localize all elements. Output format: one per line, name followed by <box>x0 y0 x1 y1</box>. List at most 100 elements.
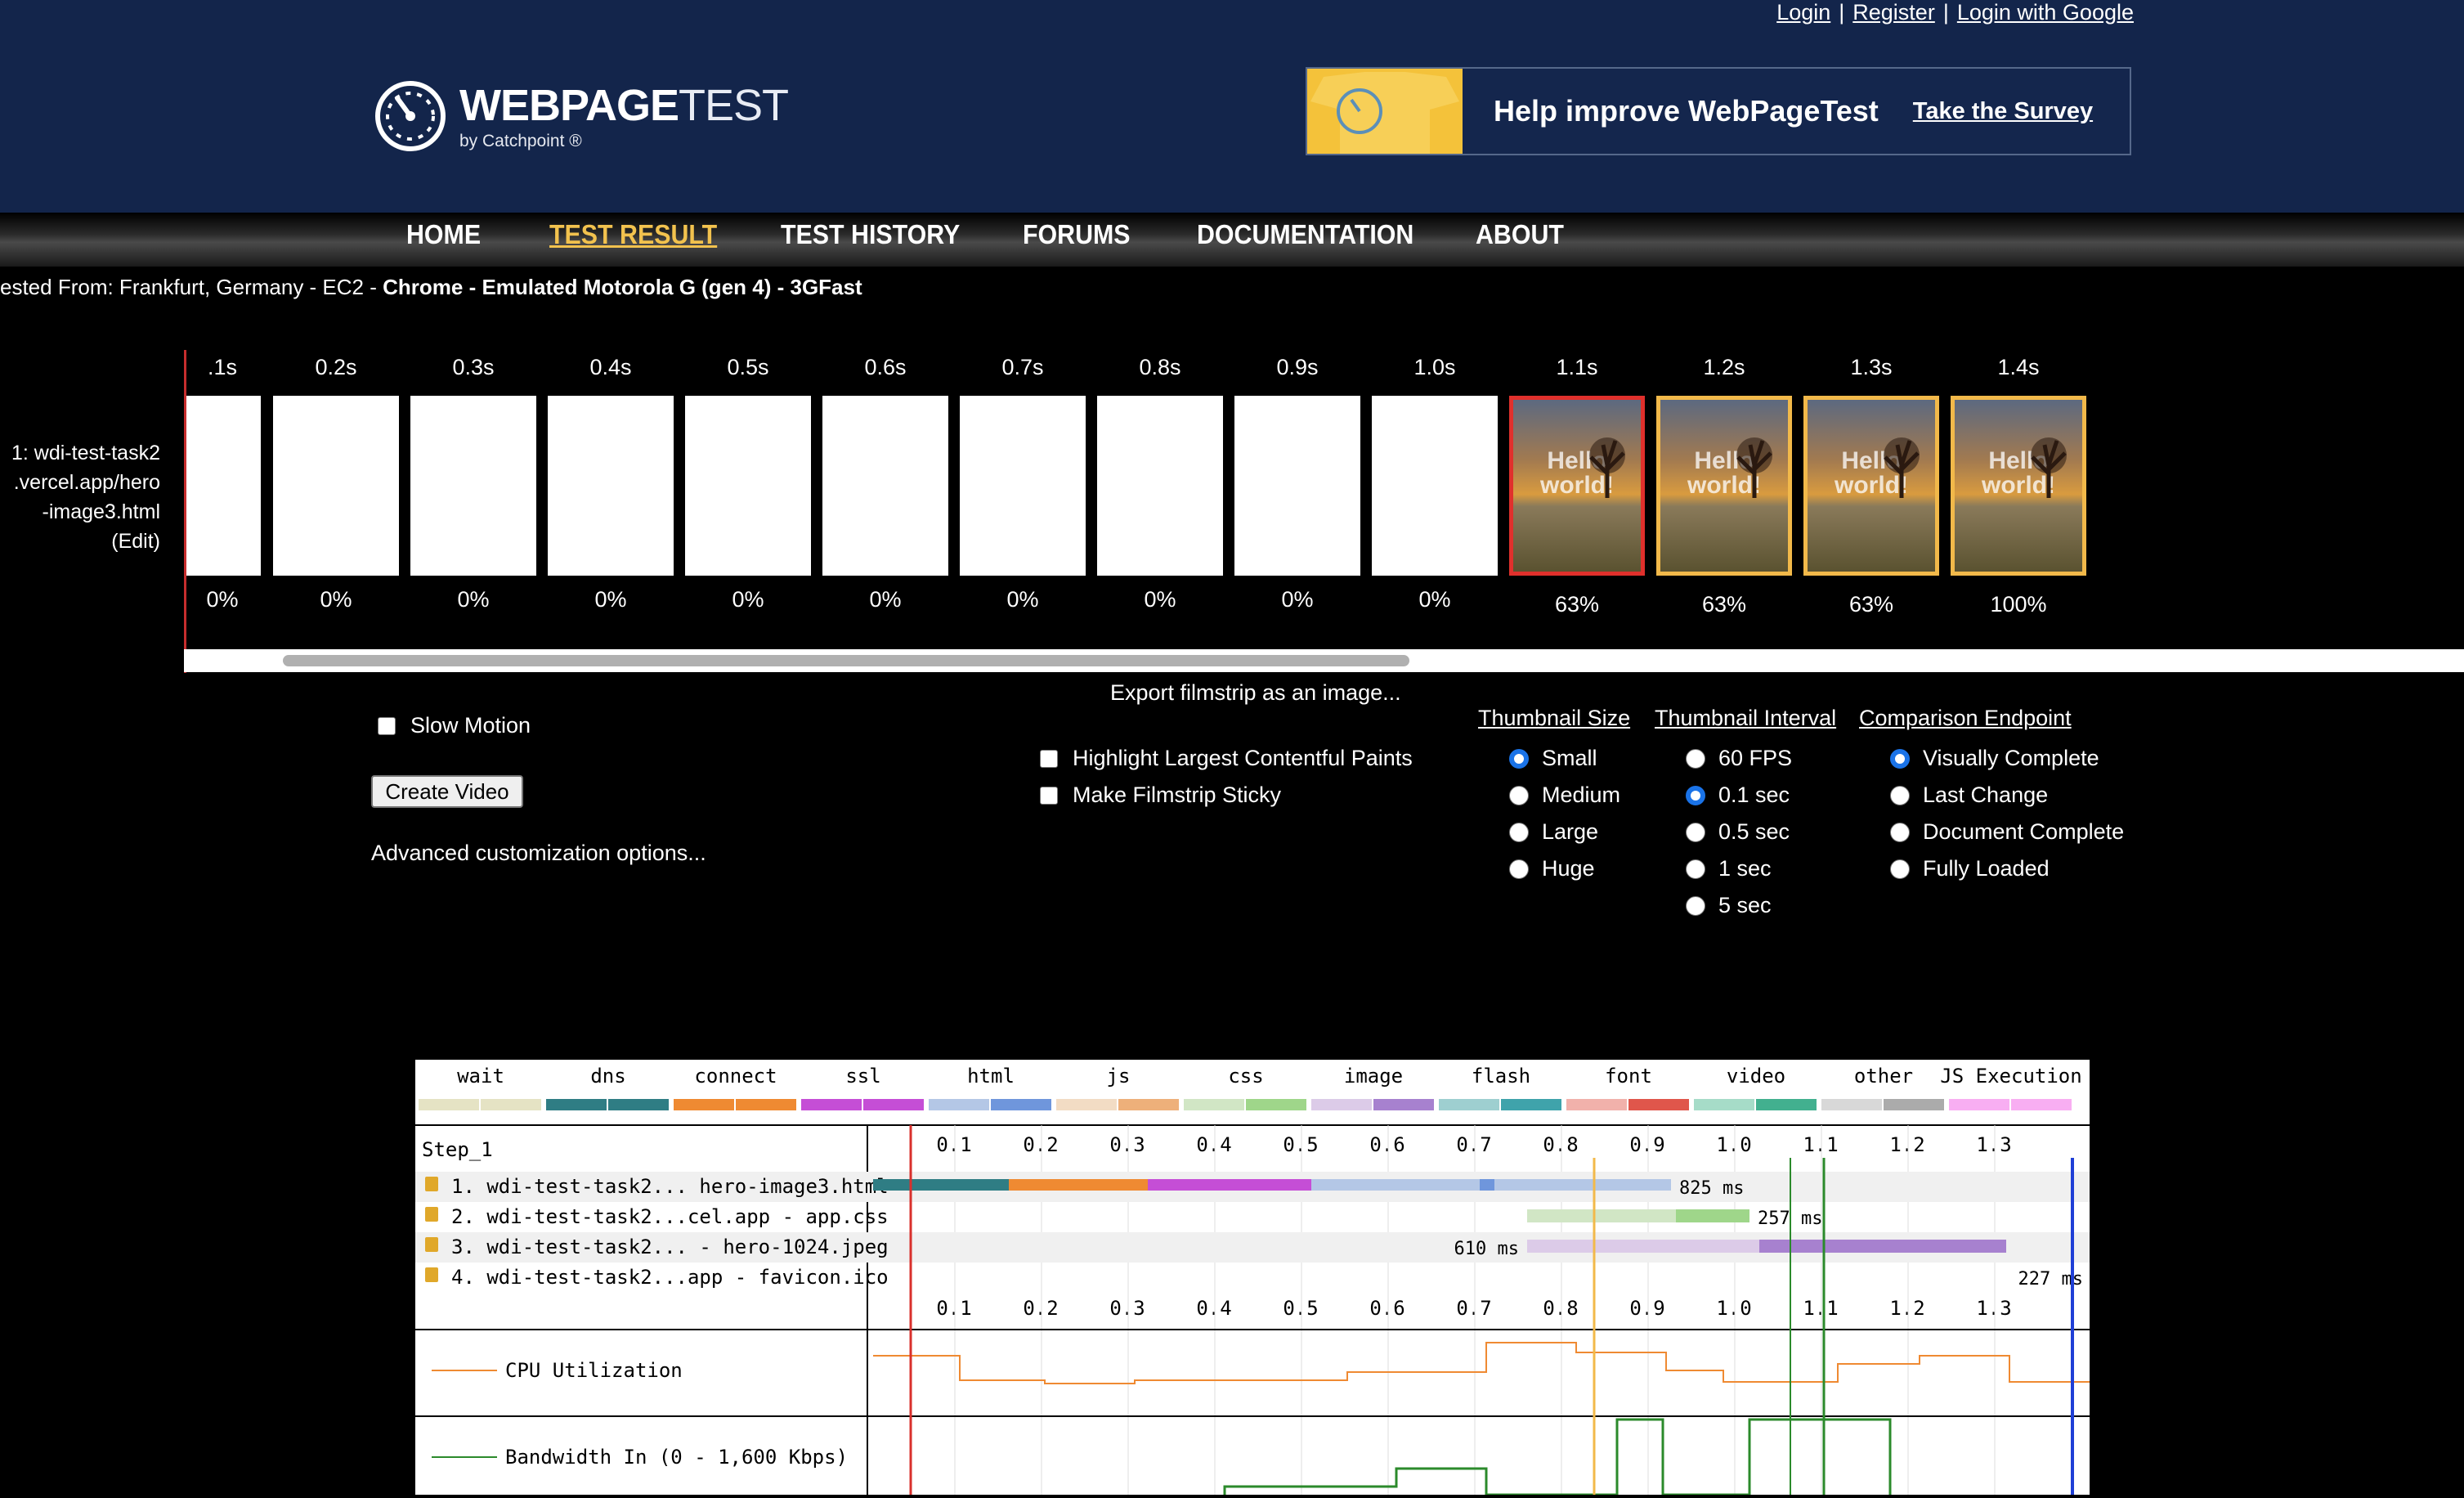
thumb-interval-option[interactable]: 5 sec <box>1686 893 1772 918</box>
legend-label: other <box>1854 1065 1913 1088</box>
thumb-interval-option[interactable]: 0.1 sec <box>1686 783 1790 808</box>
legend-label: video <box>1727 1065 1785 1088</box>
nav-forums[interactable]: FORUMS <box>1023 219 1131 250</box>
thumb-size-radio[interactable] <box>1509 748 1529 769</box>
endpoint-radio[interactable] <box>1890 822 1910 842</box>
thumb-size-option[interactable]: Large <box>1509 819 1598 845</box>
legend-swatch <box>1373 1099 1434 1110</box>
highlight-lcp-option[interactable]: Highlight Largest Contentful Paints <box>1040 746 1413 771</box>
filmstrip-frame[interactable]: Hello world! <box>1656 396 1792 576</box>
nav-documentation[interactable]: DOCUMENTATION <box>1197 219 1413 250</box>
slow-motion-checkbox[interactable] <box>378 716 396 735</box>
filmstrip-frame[interactable] <box>960 396 1086 576</box>
time-tick: 0.2 <box>1023 1297 1058 1320</box>
filmstrip-frame[interactable] <box>1372 396 1498 576</box>
thumb-size-radio[interactable] <box>1509 785 1529 805</box>
thumb-size-option[interactable]: Small <box>1509 746 1597 771</box>
thumb-interval-radio[interactable] <box>1686 859 1705 879</box>
take-survey-link[interactable]: Take the Survey <box>1913 98 2093 125</box>
frame-time-label: 1.0s <box>1413 355 1456 379</box>
time-tick: 0.2 <box>1023 1133 1058 1156</box>
filmstrip-frame[interactable] <box>685 396 811 576</box>
request-label: 2. wdi-test-task2...cel.app - app.css <box>451 1205 889 1228</box>
frame-time-label: 0.5s <box>727 355 769 379</box>
advanced-options-link[interactable]: Advanced customization options... <box>371 841 706 866</box>
login-link[interactable]: Login <box>1776 0 1830 25</box>
main-nav: HOME TEST RESULT TEST HISTORY FORUMS DOC… <box>0 213 2464 267</box>
filmstrip-frame[interactable]: Hello world! <box>1803 396 1939 576</box>
legend-swatch <box>481 1099 541 1110</box>
frame-percent: 0% <box>457 587 490 612</box>
endpoint-label: Last Change <box>1923 783 2049 807</box>
filmstrip-frame[interactable] <box>1234 396 1360 576</box>
thumbnail-interval-heading[interactable]: Thumbnail Interval <box>1655 706 1836 731</box>
filmstrip-scrollbar-thumb[interactable] <box>283 655 1409 666</box>
login-google-link[interactable]: Login with Google <box>1957 0 2134 25</box>
thumb-interval-option[interactable]: 1 sec <box>1686 856 1772 881</box>
tree-silhouette <box>1736 437 1772 498</box>
nav-about[interactable]: ABOUT <box>1476 219 1564 250</box>
highlight-lcp-checkbox[interactable] <box>1040 749 1058 768</box>
filmstrip-frame[interactable] <box>273 396 399 576</box>
cpu-line <box>873 1342 2090 1384</box>
endpoint-option[interactable]: Last Change <box>1890 783 2048 808</box>
speedometer-icon <box>375 81 446 151</box>
time-tick: 0.5 <box>1283 1297 1318 1320</box>
time-tick: 0.9 <box>1629 1297 1664 1320</box>
thumb-size-option[interactable]: Huge <box>1509 856 1595 881</box>
webpagetest-logo[interactable]: WEBPAGETEST by Catchpoint ® <box>373 78 789 154</box>
thumb-interval-radio[interactable] <box>1686 748 1705 769</box>
filmstrip-frame[interactable] <box>1097 396 1223 576</box>
step-label: Step_1 <box>422 1138 493 1161</box>
thumb-size-radio[interactable] <box>1509 859 1529 879</box>
sticky-option[interactable]: Make Filmstrip Sticky <box>1040 783 1281 808</box>
endpoint-radio[interactable] <box>1890 859 1910 879</box>
slow-motion-option[interactable]: Slow Motion <box>378 713 531 738</box>
nav-test-result[interactable]: TEST RESULT <box>549 219 717 250</box>
legend-swatch <box>1949 1099 2009 1110</box>
thumb-interval-radio[interactable] <box>1686 785 1705 805</box>
endpoint-label: Fully Loaded <box>1923 856 2050 881</box>
thumb-interval-radio[interactable] <box>1686 895 1705 916</box>
legend-swatch <box>1501 1099 1561 1110</box>
export-filmstrip-link[interactable]: Export filmstrip as an image... <box>1110 680 1401 706</box>
survey-banner[interactable]: Help improve WebPageTest Take the Survey <box>1306 67 2131 155</box>
endpoint-option[interactable]: Document Complete <box>1890 819 2124 845</box>
endpoint-option[interactable]: Fully Loaded <box>1890 856 2050 881</box>
thumbnail-size-heading[interactable]: Thumbnail Size <box>1478 706 1630 731</box>
time-tick: 0.8 <box>1543 1133 1578 1156</box>
sticky-checkbox[interactable] <box>1040 786 1058 805</box>
filmstrip-frame[interactable] <box>548 396 674 576</box>
endpoint-radio[interactable] <box>1890 785 1910 805</box>
waterfall-svg: wait dns connect ssl html js css image flash font… <box>415 1065 2090 1496</box>
filmstrip-frame[interactable]: Hello world! <box>1509 396 1645 576</box>
filmstrip-frame[interactable]: Hello world! <box>1951 396 2086 576</box>
nav-test-history[interactable]: TEST HISTORY <box>781 219 960 250</box>
frame-time-label: 1.1s <box>1556 355 1598 379</box>
time-tick: 1.1 <box>1803 1133 1838 1156</box>
filmstrip-frame[interactable] <box>822 396 948 576</box>
thumb-size-radio[interactable] <box>1509 822 1529 842</box>
frame-percent: 0% <box>732 587 764 612</box>
thumb-size-option[interactable]: Medium <box>1509 783 1620 808</box>
register-link[interactable]: Register <box>1852 0 1935 25</box>
bar-image <box>1527 1240 1759 1253</box>
filmstrip-row-label[interactable]: 1: wdi-test-task2 .vercel.app/hero -imag… <box>0 438 160 556</box>
endpoint-option[interactable]: Visually Complete <box>1890 746 2099 771</box>
edit-link[interactable]: (Edit) <box>0 527 160 556</box>
create-video-button[interactable]: Create Video <box>371 775 523 808</box>
frame-percent: 0% <box>206 587 239 612</box>
filmstrip-frame[interactable] <box>410 396 536 576</box>
lock-icon <box>425 1177 438 1191</box>
filmstrip-frame[interactable] <box>184 396 261 576</box>
comparison-endpoint-heading[interactable]: Comparison Endpoint <box>1859 706 2072 731</box>
thumb-interval-label: 0.5 sec <box>1718 819 1790 844</box>
thumb-interval-option[interactable]: 0.5 sec <box>1686 819 1790 845</box>
thumb-interval-radio[interactable] <box>1686 822 1705 842</box>
endpoint-radio[interactable] <box>1890 748 1910 769</box>
frame-percent: 0% <box>1144 587 1176 612</box>
thumb-interval-option[interactable]: 60 FPS <box>1686 746 1792 771</box>
nav-home[interactable]: HOME <box>406 219 481 250</box>
time-tick: 0.1 <box>936 1297 971 1320</box>
tree-silhouette <box>1884 437 1920 498</box>
